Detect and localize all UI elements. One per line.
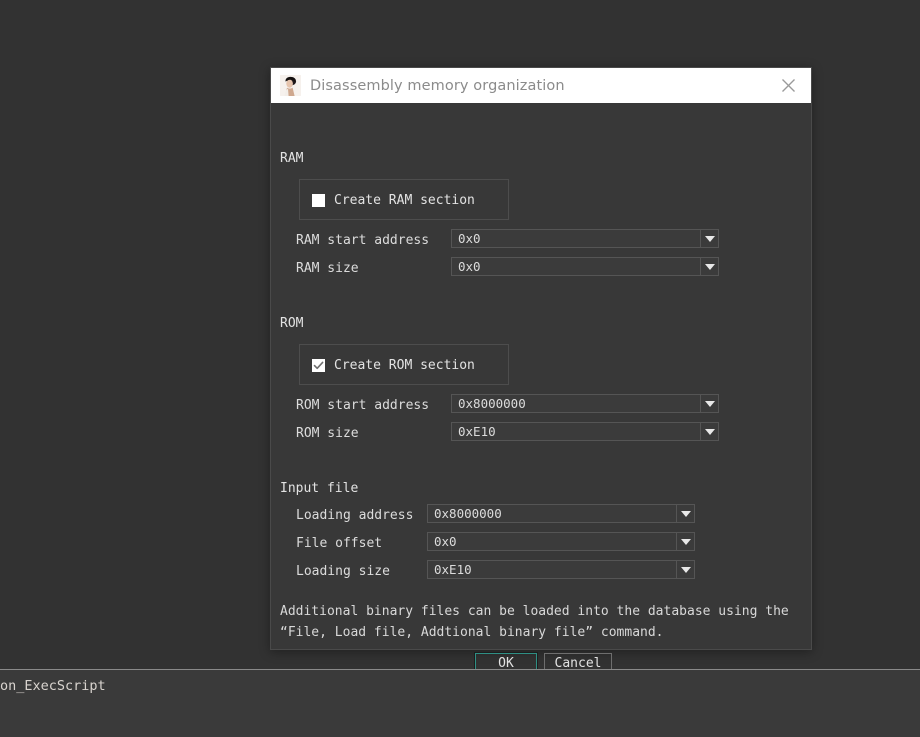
checkbox-unchecked-icon [312,194,325,207]
loading-address-combo[interactable]: 0x8000000 [427,504,695,523]
dialog-titlebar[interactable]: Disassembly memory organization [271,68,811,103]
chevron-down-icon[interactable] [676,505,694,522]
checkbox-checked-icon [312,359,325,372]
chevron-down-icon[interactable] [700,395,718,412]
ram-start-address-label: RAM start address [296,233,430,248]
ram-size-value: 0x0 [458,259,481,274]
create-ram-section-label: Create RAM section [334,193,475,208]
ida-avatar-icon [280,75,301,96]
rom-size-value: 0xE10 [458,424,496,439]
chevron-down-icon[interactable] [700,258,718,275]
rom-start-address-combo[interactable]: 0x8000000 [451,394,719,413]
rom-section-header: ROM [280,316,304,331]
note-line-1: Additional binary files can be loaded in… [280,604,789,619]
background-bottom-panel: on_ExecScript [0,670,920,737]
rom-start-address-label: ROM start address [296,398,430,413]
rom-size-label: ROM size [296,426,359,441]
chevron-down-icon[interactable] [676,561,694,578]
create-rom-section-label: Create ROM section [334,358,475,373]
dialog-body: RAM Create RAM section RAM start address… [271,103,811,675]
background-status-text: on_ExecScript [0,678,106,694]
ram-size-label: RAM size [296,261,359,276]
rom-start-address-value: 0x8000000 [458,396,526,411]
loading-address-value: 0x8000000 [434,506,502,521]
create-rom-section-checkbox[interactable]: Create ROM section [312,358,475,373]
dialog-title: Disassembly memory organization [310,77,565,94]
ram-size-combo[interactable]: 0x0 [451,257,719,276]
disassembly-memory-organization-dialog: Disassembly memory organization RAM Crea… [270,67,812,675]
create-ram-section-checkbox[interactable]: Create RAM section [312,193,475,208]
file-offset-label: File offset [296,536,383,551]
loading-size-value: 0xE10 [434,562,472,577]
chevron-down-icon[interactable] [700,230,718,247]
note-line-2: “File, Load file, Addtional binary file”… [280,625,664,640]
file-offset-combo[interactable]: 0x0 [427,532,695,551]
chevron-down-icon[interactable] [700,423,718,440]
close-icon[interactable] [775,73,801,99]
ram-start-address-combo[interactable]: 0x0 [451,229,719,248]
input-file-section-header: Input file [280,481,359,496]
file-offset-value: 0x0 [434,534,457,549]
rom-size-combo[interactable]: 0xE10 [451,422,719,441]
ram-start-address-value: 0x0 [458,231,481,246]
loading-size-label: Loading size [296,564,390,579]
ram-section-header: RAM [280,151,304,166]
chevron-down-icon[interactable] [676,533,694,550]
loading-address-label: Loading address [296,508,414,523]
loading-size-combo[interactable]: 0xE10 [427,560,695,579]
